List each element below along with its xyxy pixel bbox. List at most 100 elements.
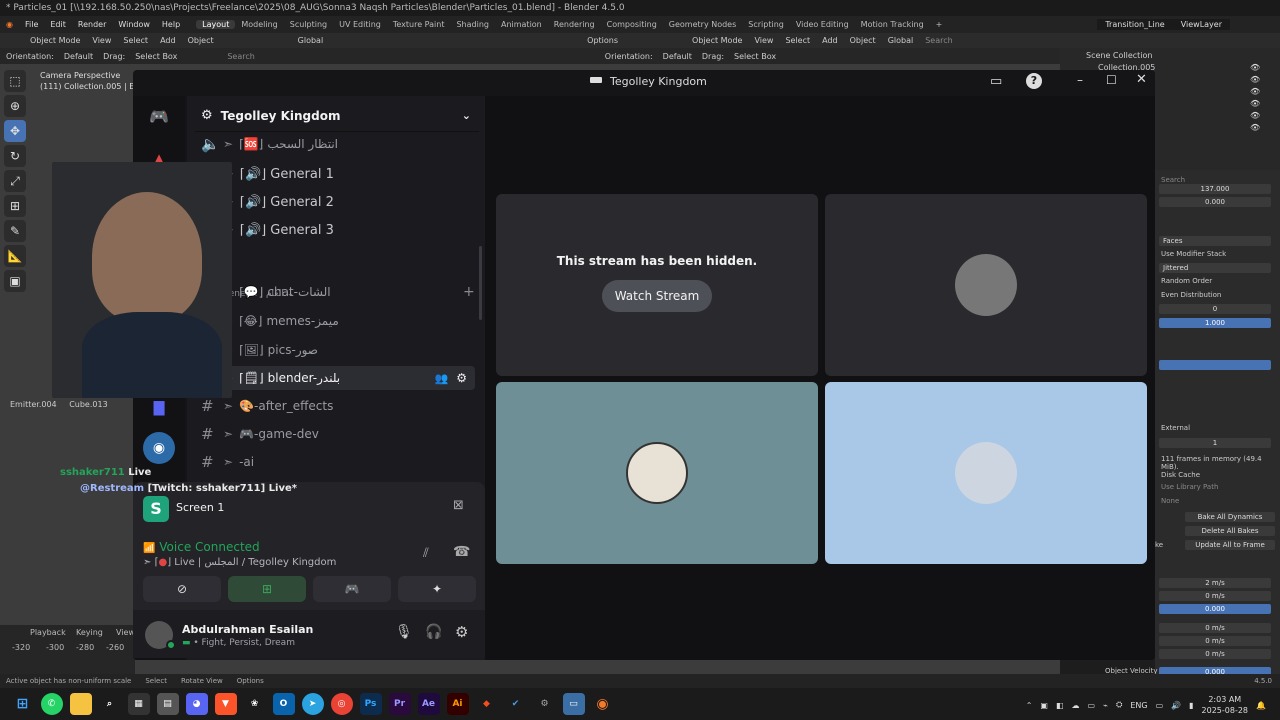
- minimize-icon[interactable]: –: [1077, 73, 1083, 87]
- header-search[interactable]: Search: [227, 52, 254, 61]
- chatgpt-icon[interactable]: ❀: [244, 693, 266, 715]
- transform-orientation[interactable]: Global: [298, 36, 324, 45]
- discord-home-icon[interactable]: 🎮: [143, 100, 175, 132]
- select-menu[interactable]: Select: [123, 36, 148, 45]
- channel-scrollbar[interactable]: [479, 246, 482, 320]
- prop-value-6[interactable]: 2 m/s: [1159, 578, 1271, 588]
- playback-menu[interactable]: Playback: [30, 628, 66, 637]
- workspace-motion-tracking[interactable]: Motion Tracking: [855, 20, 930, 29]
- object-menu[interactable]: Object: [188, 36, 214, 45]
- premiere-icon[interactable]: Pr: [388, 693, 411, 715]
- camera-off-button[interactable]: ⊘: [143, 576, 221, 602]
- use-modifier-stack-checkbox[interactable]: Use Modifier Stack: [1161, 250, 1226, 258]
- bake-button-partial[interactable]: ke: [1155, 541, 1163, 549]
- select-menu-2[interactable]: Select: [785, 36, 810, 45]
- view-menu[interactable]: View: [92, 36, 111, 45]
- start-icon[interactable]: ⊞: [12, 693, 34, 715]
- add-cube-tool-icon[interactable]: ▣: [4, 270, 26, 292]
- app-icon-1[interactable]: ▦: [127, 693, 150, 715]
- workspace-modeling[interactable]: Modeling: [235, 20, 283, 29]
- tray-app-icon[interactable]: ▭: [1088, 701, 1096, 710]
- help-icon[interactable]: ?: [1026, 73, 1042, 89]
- text-channel-blender[interactable]: 🔈➣ ⌈🗒⌋ blender-بلندر 👥 ⚙: [191, 366, 475, 390]
- discord-icon[interactable]: ◕: [185, 693, 208, 715]
- scale-tool-icon[interactable]: ⤢: [4, 170, 26, 192]
- guild-header[interactable]: ⚙ Tegolley Kingdom ⌄: [195, 100, 479, 132]
- menu-edit[interactable]: Edit: [44, 20, 72, 29]
- visibility-icons[interactable]: 👁 👁 👁 👁 👁 👁: [1250, 62, 1260, 134]
- disconnect-icon[interactable]: ☎: [453, 544, 470, 560]
- voice-channel-info[interactable]: ➣ ⌈●⌋ Live | المجلس / Tegolley Kingdom: [143, 557, 336, 568]
- blender-taskbar-icon[interactable]: ◉: [592, 693, 614, 715]
- calculator-icon[interactable]: ▤: [156, 693, 179, 715]
- whatsapp-icon[interactable]: ✆: [40, 693, 63, 715]
- scene-selector[interactable]: Transition_Line: [1097, 19, 1173, 30]
- workspace-animation[interactable]: Animation: [495, 20, 548, 29]
- workspace-scripting[interactable]: Scripting: [742, 20, 790, 29]
- workspace-sculpting[interactable]: Sculpting: [284, 20, 333, 29]
- view-layer-selector[interactable]: ViewLayer: [1172, 19, 1230, 30]
- prop-value-4[interactable]: 1.000: [1159, 318, 1271, 328]
- channel-settings-icon[interactable]: ⚙: [456, 371, 467, 385]
- chrome-icon[interactable]: ◎: [330, 693, 353, 715]
- voice-channel-waiting[interactable]: 🔈 ➣ ⌈🆘⌋ انتظار السحب: [201, 132, 338, 156]
- username[interactable]: Abdulrahman Esailan: [182, 623, 313, 636]
- use-library-path-checkbox[interactable]: Use Library Path: [1161, 483, 1218, 491]
- participant-tile-3[interactable]: [825, 382, 1147, 564]
- delete-all-bakes-button[interactable]: Delete All Bakes: [1185, 526, 1275, 536]
- jittered-dropdown[interactable]: Jittered: [1159, 263, 1271, 273]
- screen-share-button[interactable]: ⊞: [228, 576, 306, 602]
- options-menu[interactable]: Options: [587, 36, 618, 45]
- prop-value-1[interactable]: 137.000: [1159, 184, 1271, 194]
- close-icon[interactable]: ✕: [1136, 72, 1147, 87]
- clock[interactable]: 2:03 AM 2025-08-28: [1202, 694, 1249, 716]
- add-workspace-icon[interactable]: +: [930, 20, 949, 29]
- figma-icon[interactable]: ◆: [476, 693, 498, 715]
- prop-value-9[interactable]: 0 m/s: [1159, 623, 1271, 633]
- prop-value-2[interactable]: 0.000: [1159, 197, 1271, 207]
- even-distribution-checkbox[interactable]: Even Distribution: [1161, 291, 1221, 299]
- props-search[interactable]: Search: [1161, 176, 1185, 184]
- prop-value-3[interactable]: 0: [1159, 304, 1271, 314]
- activity-button[interactable]: 🎮: [313, 576, 391, 602]
- orientation-dropdown[interactable]: Default: [64, 52, 93, 61]
- object-mode-dropdown-2[interactable]: Object Mode: [692, 36, 742, 45]
- stop-stream-icon[interactable]: ⊠: [453, 498, 464, 513]
- orientation-dropdown-2[interactable]: Default: [663, 52, 692, 61]
- soundboard-button[interactable]: ✦: [398, 576, 476, 602]
- object-menu-2[interactable]: Object: [850, 36, 876, 45]
- server-icon-blue[interactable]: ◉: [143, 432, 175, 464]
- tray-app-icon[interactable]: ◧: [1056, 701, 1064, 710]
- settings-icon[interactable]: ⚙: [534, 693, 556, 715]
- create-channel-icon[interactable]: +: [463, 284, 475, 300]
- battery-icon[interactable]: ▮: [1189, 701, 1193, 710]
- photoshop-icon[interactable]: Ps: [359, 693, 382, 715]
- participant-tile-1[interactable]: [825, 194, 1147, 376]
- noise-suppression-icon[interactable]: ⫽: [423, 546, 429, 561]
- inbox-icon[interactable]: ▭: [990, 74, 1002, 89]
- random-order-checkbox[interactable]: Random Order: [1161, 277, 1212, 285]
- move-tool-icon[interactable]: ✥: [4, 120, 26, 142]
- measure-tool-icon[interactable]: 📐: [4, 245, 26, 267]
- prop-value-7[interactable]: 0 m/s: [1159, 591, 1271, 601]
- invite-icon[interactable]: 👥: [435, 372, 449, 385]
- participant-tile-2[interactable]: [496, 382, 818, 564]
- prop-value-10[interactable]: 0 m/s: [1159, 636, 1271, 646]
- workspace-shading[interactable]: Shading: [450, 20, 495, 29]
- add-menu-2[interactable]: Add: [822, 36, 838, 45]
- tray-app-icon[interactable]: ▣: [1040, 701, 1048, 710]
- headphones-icon[interactable]: 🎧: [425, 624, 442, 640]
- after-effects-icon[interactable]: Ae: [417, 693, 440, 715]
- search-field[interactable]: Search: [925, 36, 952, 45]
- prop-value-11[interactable]: 0 m/s: [1159, 649, 1271, 659]
- watch-stream-button[interactable]: Watch Stream: [602, 280, 712, 312]
- object-mode-dropdown[interactable]: Object Mode: [30, 36, 80, 45]
- network-icon[interactable]: ▭: [1156, 701, 1164, 710]
- brave-icon[interactable]: ▼: [214, 693, 237, 715]
- add-menu[interactable]: Add: [160, 36, 176, 45]
- volume-icon[interactable]: 🔊: [1171, 701, 1181, 710]
- menu-window[interactable]: Window: [112, 20, 156, 29]
- outliner-row[interactable]: Emitter.004 Cube.013: [10, 400, 108, 409]
- search-icon[interactable]: ⌕: [99, 693, 121, 715]
- external-checkbox[interactable]: External: [1161, 424, 1190, 432]
